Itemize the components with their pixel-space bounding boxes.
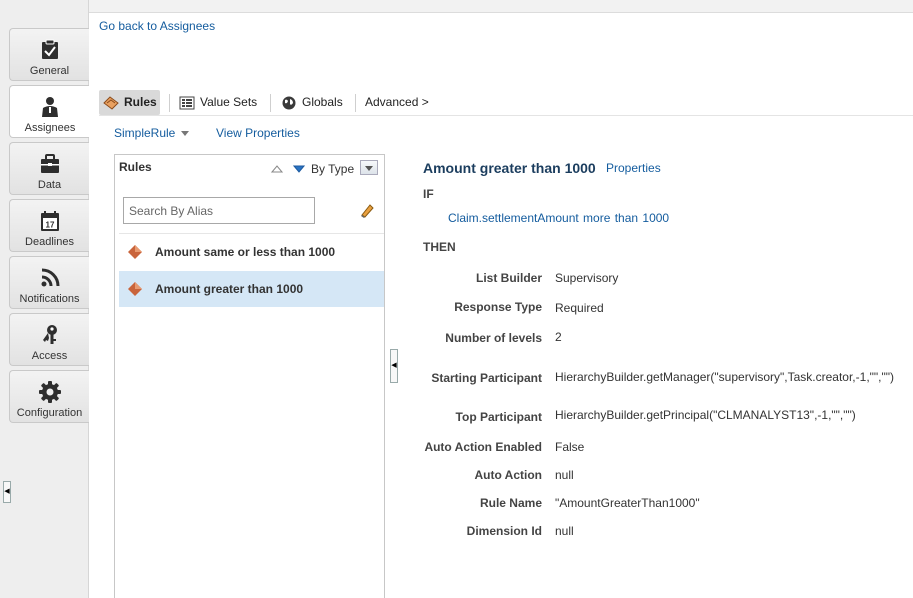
value-sets-button[interactable]: Value Sets [175, 90, 265, 115]
tab-general[interactable]: General [9, 28, 89, 81]
toolbar-separator [355, 94, 356, 112]
rules-button-label: Rules [124, 95, 157, 109]
keys-icon [42, 325, 57, 344]
tab-configuration[interactable]: Configuration [9, 370, 89, 423]
field-label: List Builder [475, 271, 542, 285]
field-label: Starting Participant [431, 371, 542, 385]
field-value[interactable]: Required [555, 301, 604, 315]
tab-access[interactable]: Access [9, 313, 89, 366]
tab-label: General [29, 65, 70, 77]
rule-label: Amount same or less than 1000 [155, 245, 336, 259]
sort-dropdown-button[interactable] [360, 160, 378, 175]
field-value[interactable]: Supervisory [555, 271, 618, 285]
field-value[interactable]: "AmountGreaterThan1000" [555, 496, 700, 510]
person-icon [42, 97, 58, 117]
tab-label: Configuration [16, 407, 83, 419]
sort-ascending-icon[interactable] [271, 165, 283, 173]
field-value[interactable]: null [555, 468, 574, 482]
rule-diamond-icon [128, 282, 142, 296]
field-label: Top Participant [455, 410, 542, 424]
advanced-label: Advanced > [365, 95, 429, 109]
collapse-sidebar-button[interactable]: ◀ [3, 481, 11, 503]
main-panel: Go back to Assignees Rules Value Sets Gl… [89, 12, 913, 598]
field-label: Rule Name [479, 496, 542, 510]
field-value[interactable]: HierarchyBuilder.getManager("supervisory… [555, 370, 894, 384]
tab-notifications[interactable]: Notifications [9, 256, 89, 309]
calendar-icon: 17 [40, 211, 59, 231]
left-tab-rail: General Assignees Data 17 Deadlines Noti… [0, 0, 90, 598]
tab-label: Data [37, 179, 62, 191]
globals-button[interactable]: Globals [277, 90, 349, 115]
ruleset-name-dropdown[interactable]: SimpleRule [114, 126, 190, 140]
field-value[interactable]: HierarchyBuilder.getPrincipal("CLMANALYS… [555, 408, 856, 422]
tab-label: Assignees [24, 122, 76, 134]
chevron-down-icon [365, 166, 373, 171]
field-value[interactable]: 2 [555, 330, 562, 344]
field-label: Dimension Id [466, 524, 542, 538]
list-icon [179, 96, 195, 110]
tab-label: Access [31, 350, 68, 362]
field-label: Response Type [454, 300, 542, 314]
field-value[interactable]: null [555, 524, 574, 538]
then-keyword: THEN [423, 240, 456, 254]
clipboard-check-icon [41, 39, 58, 59]
rule-diamond-icon [128, 245, 142, 259]
view-properties-link[interactable]: View Properties [216, 126, 300, 140]
advanced-button[interactable]: Advanced > [361, 90, 431, 115]
tab-label: Notifications [19, 293, 80, 305]
gear-icon [38, 381, 61, 403]
tab-assignees[interactable]: Assignees [9, 85, 90, 138]
tab-label: Deadlines [25, 236, 74, 248]
sort-by-label: By Type [311, 162, 355, 176]
rule-properties-link[interactable]: Properties [606, 161, 661, 175]
eraser-icon[interactable] [359, 202, 375, 218]
rule-detail-title: Amount greater than 1000 [423, 160, 596, 176]
if-keyword: IF [423, 187, 434, 201]
search-input[interactable] [123, 197, 315, 224]
rules-button[interactable]: Rules [99, 90, 160, 115]
rule-condition[interactable]: Claim.settlementAmount more than 1000 [448, 211, 669, 225]
sort-descending-icon[interactable] [293, 165, 305, 173]
toolbar-separator [270, 94, 271, 112]
field-label: Auto Action [474, 468, 542, 482]
field-label: Auto Action Enabled [424, 440, 542, 454]
rule-label: Amount greater than 1000 [155, 282, 304, 296]
value-sets-label: Value Sets [200, 95, 258, 109]
rules-toolbar: Rules Value Sets Globals Advanced > [99, 90, 913, 116]
field-value[interactable]: False [555, 440, 584, 454]
rules-icon [103, 96, 119, 110]
globe-icon [282, 96, 296, 110]
briefcase-icon [40, 154, 59, 173]
field-label: Number of levels [445, 331, 542, 345]
globals-label: Globals [302, 95, 343, 109]
tab-deadlines[interactable]: 17 Deadlines [9, 199, 89, 252]
rss-icon [41, 268, 59, 287]
svg-text:17: 17 [45, 221, 54, 230]
ruleset-name: SimpleRule [114, 126, 176, 140]
toolbar-separator [169, 94, 170, 112]
rules-panel-title: Rules [119, 160, 152, 174]
rule-list-item[interactable]: Amount same or less than 1000 [119, 234, 384, 270]
tab-data[interactable]: Data [9, 142, 89, 195]
chevron-down-icon [181, 131, 190, 137]
go-back-link[interactable]: Go back to Assignees [99, 19, 215, 33]
